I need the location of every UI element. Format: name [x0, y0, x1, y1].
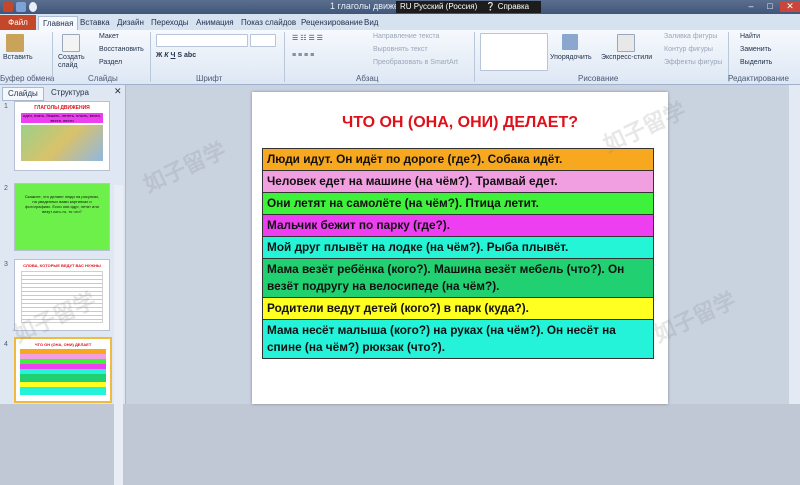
slide-table[interactable]: Люди идут. Он идёт по дороге (где?). Соб…: [262, 148, 654, 359]
align-text-button[interactable]: Выровнять текст: [373, 46, 428, 53]
main-scrollbar[interactable]: [789, 85, 800, 404]
smartart-button[interactable]: Преобразовать в SmartArt: [373, 59, 458, 66]
language-label: RU Русский (Россия): [400, 2, 478, 11]
table-row[interactable]: Родители ведут детей (кого?) в парк (куд…: [263, 298, 653, 320]
table-row[interactable]: Они летят на самолёте (на чём?). Птица л…: [263, 193, 653, 215]
thumb-rows: [20, 349, 106, 395]
help-icon: ❔: [485, 2, 496, 11]
ribbon: Вставить Буфер обмена Создать слайд Маке…: [0, 30, 800, 85]
table-row[interactable]: Мальчик бежит по парку (где?).: [263, 215, 653, 237]
font-size-box[interactable]: [250, 34, 276, 47]
slide-thumb-2[interactable]: Скажите, что делают люди на рисунках, на…: [14, 183, 110, 251]
powerpoint-icon[interactable]: [3, 2, 13, 12]
tab-slides[interactable]: Слайды: [2, 87, 44, 101]
thumb-title: ГЛАГОЛЫ ДВИЖЕНИЯ: [34, 105, 90, 111]
thumb-image: [21, 125, 103, 161]
shape-effects-button[interactable]: Эффекты фигуры: [664, 59, 722, 66]
table-row[interactable]: Человек едет на машине (на чём?). Трамва…: [263, 171, 653, 193]
tab-animation[interactable]: Анимация: [196, 16, 234, 29]
alignment-buttons[interactable]: ≡ ≡ ≡ ≡: [292, 52, 314, 59]
maximize-button[interactable]: □: [761, 1, 779, 12]
thumb-text: Скажите, что делают люди на рисунках, на…: [24, 194, 100, 214]
close-pane-icon[interactable]: ✕: [114, 86, 122, 97]
group-slides: Слайды: [88, 74, 118, 83]
thumb-number: 3: [4, 261, 8, 268]
paragraph-buttons[interactable]: ☰ ☷ ☰ ☰: [292, 34, 323, 42]
language-overlay[interactable]: RU Русский (Россия) ❔ Справка: [396, 1, 541, 13]
table-row[interactable]: Мама несёт малыша (кого?) на руках (на ч…: [263, 320, 653, 358]
minimize-button[interactable]: –: [742, 1, 760, 12]
table-row[interactable]: Мой друг плывёт на лодке (на чём?). Рыба…: [263, 237, 653, 259]
reset-button[interactable]: Восстановить: [99, 46, 144, 53]
group-drawing: Рисование: [578, 74, 619, 83]
tab-view[interactable]: Вид: [364, 16, 378, 29]
help-label: Справка: [497, 2, 530, 11]
pane-scrollbar[interactable]: [114, 185, 123, 485]
new-slide-icon[interactable]: [62, 34, 80, 52]
shape-fill-button[interactable]: Заливка фигуры: [664, 33, 717, 40]
quick-styles-button[interactable]: Экспресс-стили: [601, 54, 652, 61]
close-button[interactable]: ✕: [780, 1, 800, 12]
slide-thumb-4[interactable]: ЧТО ОН (ОНА, ОНИ) ДЕЛАЕТ: [14, 337, 112, 403]
table-row[interactable]: Мама везёт ребёнка (кого?). Машина везёт…: [263, 259, 653, 298]
slides-pane: Слайды Структура ✕ 1 ГЛАГОЛЫ ДВИЖЕНИЯ ид…: [0, 85, 126, 485]
thumb-subtitle: идти, ехать, бежать, лететь, плыть, везт…: [21, 113, 103, 123]
tab-home[interactable]: Главная: [38, 16, 79, 30]
thumb-title: СЛОВА, КОТОРЫЕ ВЕДУТ ВАС НУЖНЫ: [23, 263, 101, 268]
undo-icon[interactable]: [29, 2, 37, 12]
new-slide-button[interactable]: Создать слайд: [58, 54, 88, 70]
tab-outline[interactable]: Структура: [46, 87, 94, 99]
text-direction-button[interactable]: Направление текста: [373, 33, 439, 40]
tab-slideshow[interactable]: Показ слайдов: [241, 16, 296, 29]
tab-transitions[interactable]: Переходы: [151, 16, 189, 29]
save-icon[interactable]: [16, 2, 26, 12]
find-button[interactable]: Найти: [740, 33, 760, 40]
thumb-number: 4: [4, 341, 8, 348]
group-editing: Редактирование: [728, 74, 789, 83]
shape-outline-button[interactable]: Контур фигуры: [664, 46, 713, 53]
tab-review[interactable]: Рецензирование: [301, 16, 363, 29]
tab-insert[interactable]: Вставка: [80, 16, 110, 29]
thumb-number: 2: [4, 185, 8, 192]
group-clipboard: Буфер обмена: [0, 74, 55, 83]
font-style-buttons[interactable]: Ж К Ч S abc: [156, 52, 196, 59]
section-button[interactable]: Раздел: [99, 59, 122, 66]
quick-styles-icon[interactable]: [617, 34, 635, 52]
tab-file[interactable]: Файл: [0, 15, 36, 30]
replace-button[interactable]: Заменить: [740, 46, 771, 53]
font-name-box[interactable]: [156, 34, 248, 47]
group-font: Шрифт: [196, 74, 223, 83]
select-button[interactable]: Выделить: [740, 59, 772, 66]
shapes-gallery[interactable]: [480, 33, 548, 71]
arrange-button[interactable]: Упорядочить: [550, 54, 592, 61]
slide-thumb-1[interactable]: ГЛАГОЛЫ ДВИЖЕНИЯ идти, ехать, бежать, ле…: [14, 101, 110, 171]
paste-icon[interactable]: [6, 34, 24, 52]
thumb-number: 1: [4, 103, 8, 110]
table-row[interactable]: Люди идут. Он идёт по дороге (где?). Соб…: [263, 149, 653, 171]
layout-button[interactable]: Макет: [99, 33, 119, 40]
tab-design[interactable]: Дизайн: [117, 16, 144, 29]
arrange-icon[interactable]: [562, 34, 578, 50]
group-paragraph: Абзац: [356, 74, 379, 83]
paste-button[interactable]: Вставить: [3, 54, 33, 61]
